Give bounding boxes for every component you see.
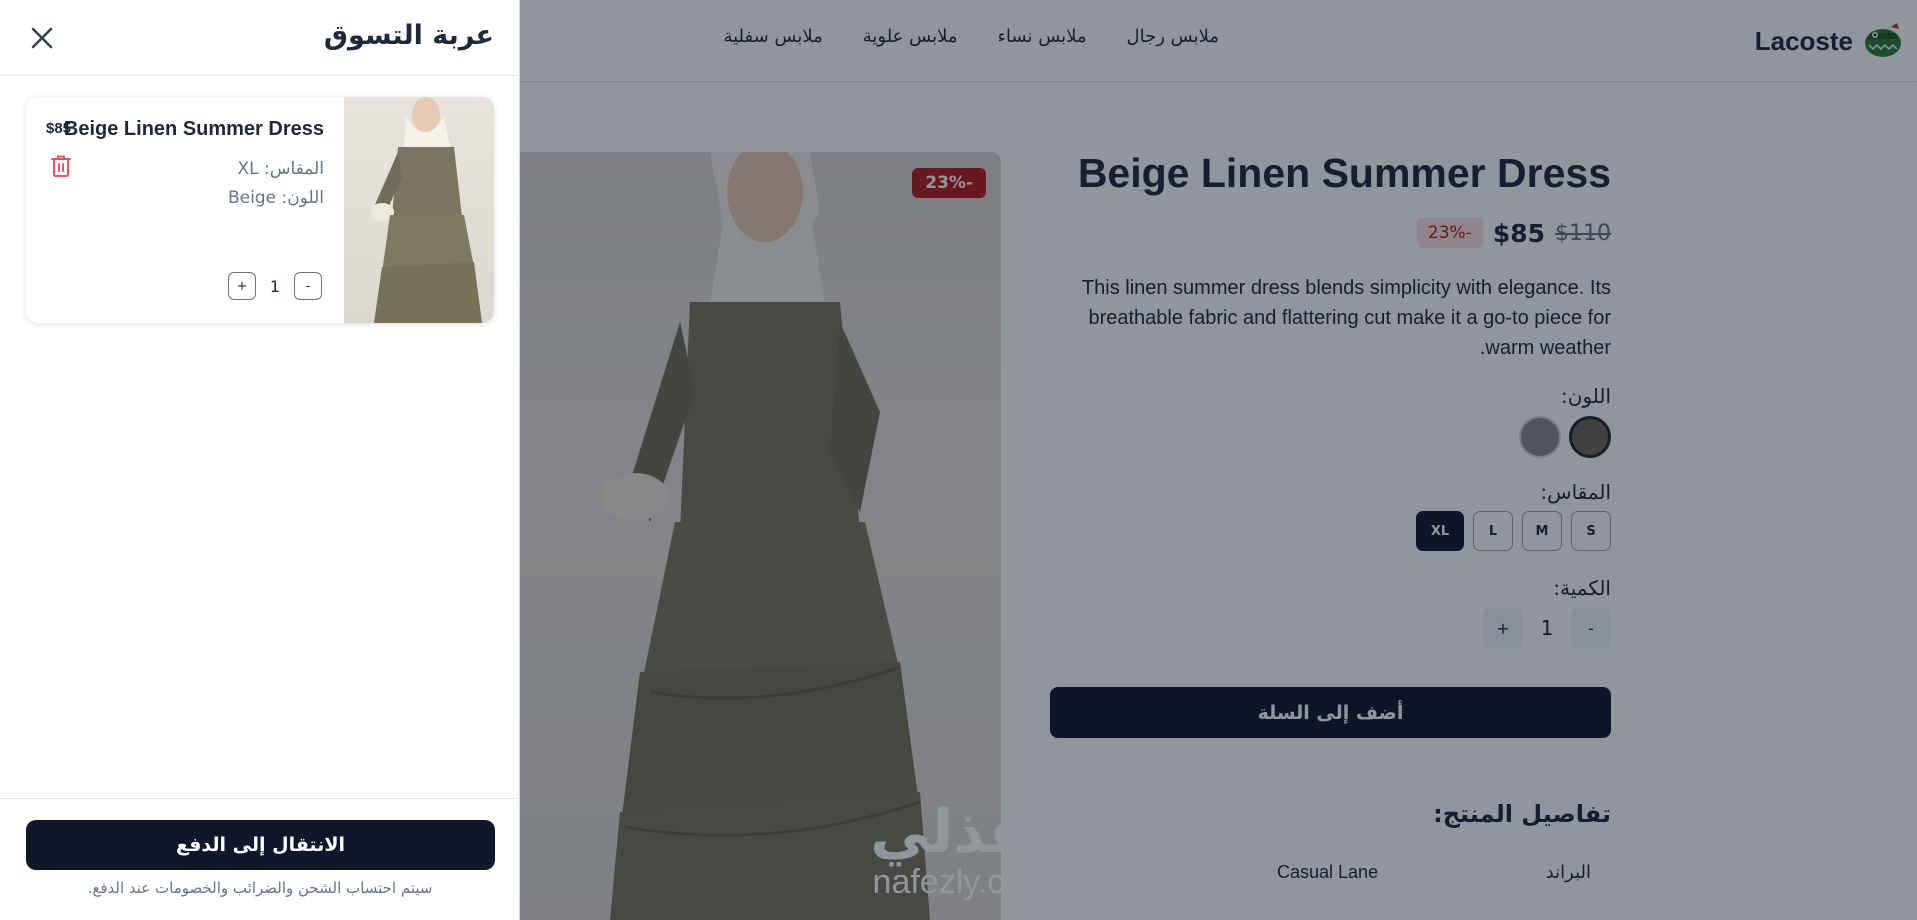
cart-dress-photo bbox=[370, 97, 482, 323]
cart-item-size: المقاس: XL bbox=[237, 159, 324, 179]
cart-item-decrease-button[interactable]: - bbox=[294, 272, 322, 300]
cart-item-quantity-stepper: - 1 + bbox=[228, 272, 322, 300]
trash-icon[interactable] bbox=[48, 153, 74, 179]
cart-header: عربة التسوق bbox=[0, 0, 520, 76]
cart-item-color: اللون: Beige bbox=[227, 188, 324, 208]
cart-item-price: $85 bbox=[46, 120, 72, 137]
cart-drawer: عربة التسوق Beige Linen Summer Dress $85 bbox=[0, 0, 520, 920]
cart-item: Beige Linen Summer Dress $85 المقاس: XL … bbox=[26, 97, 494, 323]
cart-item-increase-button[interactable]: + bbox=[228, 272, 256, 300]
cart-item-thumbnail[interactable] bbox=[344, 97, 494, 323]
checkout-note: سيتم احتساب الشحن والضرائب والخصومات عند… bbox=[87, 879, 433, 897]
cart-item-name: Beige Linen Summer Dress bbox=[63, 118, 324, 140]
close-icon[interactable] bbox=[28, 24, 56, 52]
cart-title: عربة التسوق bbox=[323, 20, 494, 51]
cart-item-quantity: 1 bbox=[269, 276, 281, 296]
cart-footer: الانتقال إلى الدفع سيتم احتساب الشحن وال… bbox=[0, 798, 520, 920]
checkout-button[interactable]: الانتقال إلى الدفع bbox=[26, 820, 495, 870]
